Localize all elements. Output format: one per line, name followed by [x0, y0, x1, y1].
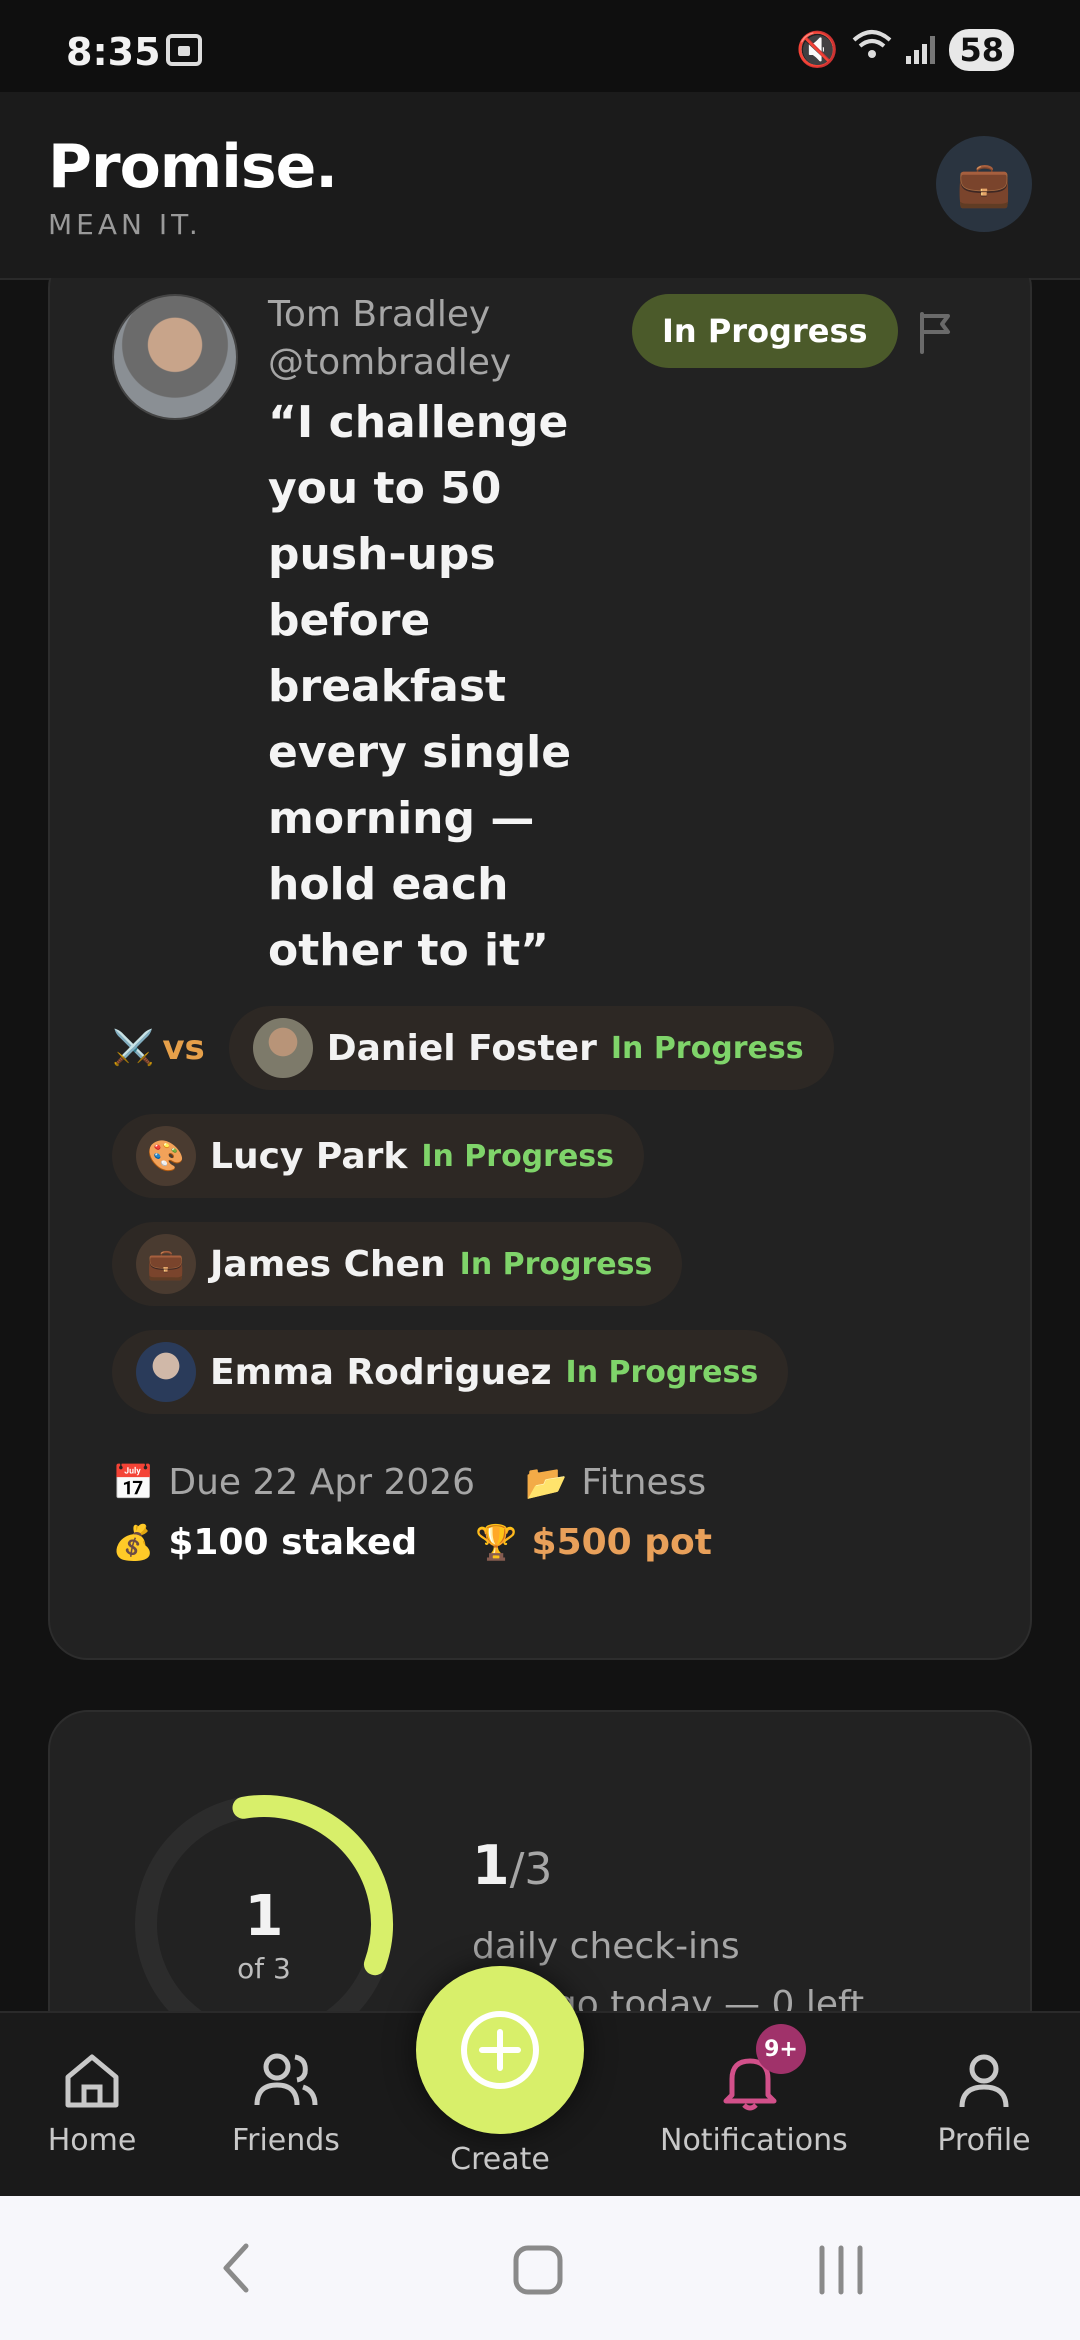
profile-icon [959, 2054, 1009, 2108]
participant-name: Daniel Foster [326, 1027, 597, 1069]
plus-circle-icon [461, 2011, 539, 2089]
due-date: Due 22 Apr 2026 [168, 1462, 476, 1503]
author-name[interactable]: Tom Bradley [268, 294, 490, 335]
nav-profile[interactable]: Profile [894, 2049, 1074, 2158]
user-avatar-button[interactable]: 💼 [936, 136, 1032, 232]
palette-icon: 🎨 [136, 1126, 196, 1186]
briefcase-icon: 💼 [136, 1234, 196, 1294]
progress-value: 1 [244, 1884, 284, 1949]
participant-status: In Progress [565, 1354, 759, 1390]
money-bag-icon: 💰 [112, 1522, 155, 1563]
home-icon [65, 2054, 119, 2108]
feed-content[interactable]: Tom Bradley @tombradley In Progress “I c… [0, 278, 1080, 2011]
brand-logo: Promise. [48, 132, 338, 202]
nav-notifications-label: Notifications [660, 2123, 848, 2158]
nav-friends[interactable]: Friends [196, 2049, 376, 2158]
recents-icon[interactable] [816, 2244, 866, 2296]
category: Fitness [581, 1462, 707, 1503]
wifi-icon [852, 28, 892, 71]
flag-icon[interactable] [916, 310, 956, 354]
status-icons: 🔇 58 [796, 28, 1014, 71]
screenshot-icon [166, 34, 202, 66]
participant-chip[interactable]: 🎨 Lucy Park In Progress [112, 1114, 645, 1198]
crossed-swords-icon: ⚔️ [112, 1028, 155, 1068]
challenge-quote: “I challenge you to 50 push-ups before b… [268, 397, 572, 976]
nav-friends-label: Friends [232, 2123, 340, 2158]
home-system-icon[interactable] [512, 2244, 564, 2296]
participant-avatar [136, 1342, 196, 1402]
briefcase-icon: 💼 [956, 159, 1012, 210]
versus-label: ⚔️ vs [112, 1028, 205, 1068]
nav-home-label: Home [47, 2123, 137, 2158]
back-icon[interactable] [216, 2240, 256, 2296]
signal-icon [906, 35, 936, 64]
participant-name: Emma Rodriguez [210, 1351, 552, 1393]
battery-indicator: 58 [949, 28, 1014, 71]
notifications-badge: 9+ [756, 2024, 806, 2074]
nav-notifications[interactable]: Notifications [660, 2049, 848, 2158]
participant-status: In Progress [610, 1030, 804, 1066]
author-handle[interactable]: @tombradley [268, 342, 511, 383]
nav-profile-label: Profile [937, 2123, 1031, 2158]
participant-status: In Progress [421, 1138, 615, 1174]
progress-of: of 3 [237, 1952, 291, 1985]
progress-card[interactable]: 1 of 3 1/3 daily check-ins 2 to go today… [48, 1710, 1032, 2011]
system-navigation-bar [0, 2196, 1080, 2340]
participant-chip[interactable]: Emma Rodriguez In Progress [112, 1330, 789, 1414]
checkin-count: 1/3 [472, 1834, 553, 1897]
folder-icon: 📂 [525, 1462, 568, 1503]
challenge-stakes: 💰 $100 staked 🏆 $500 pot [112, 1522, 712, 1563]
status-time: 8:35 [66, 30, 161, 74]
challenge-meta: 📅 Due 22 Apr 2026 📂 Fitness [112, 1462, 706, 1503]
friends-icon [254, 2053, 318, 2106]
calendar-icon: 📅 [112, 1462, 155, 1503]
pot-amount: $500 pot [531, 1522, 712, 1563]
participant-name: James Chen [210, 1243, 446, 1285]
app-header: Promise. MEAN IT. 💼 [0, 92, 1080, 280]
create-label: Create [450, 2142, 550, 2177]
create-button[interactable] [416, 1966, 584, 2134]
challenge-status-badge: In Progress [632, 294, 898, 368]
challenge-card[interactable]: Tom Bradley @tombradley In Progress “I c… [48, 278, 1032, 1660]
stake-amount: $100 staked [168, 1522, 418, 1563]
participant-chip[interactable]: Daniel Foster In Progress [228, 1006, 834, 1090]
participants-list: ⚔️ vs Daniel Foster In Progress 🎨 Lucy P… [112, 1006, 992, 1438]
nav-home[interactable]: Home [2, 2049, 182, 2158]
participant-status: In Progress [459, 1246, 653, 1282]
participant-avatar [252, 1018, 313, 1078]
participant-chip[interactable]: 💼 James Chen In Progress [112, 1222, 683, 1306]
trophy-icon: 🏆 [475, 1522, 518, 1563]
status-bar: 8:35 🔇 58 [0, 0, 1080, 92]
brand-tagline: MEAN IT. [48, 208, 202, 241]
participant-name: Lucy Park [210, 1135, 408, 1177]
author-avatar[interactable] [112, 294, 238, 420]
mute-icon: 🔇 [796, 29, 839, 70]
checkin-label: daily check-ins [472, 1926, 740, 1967]
